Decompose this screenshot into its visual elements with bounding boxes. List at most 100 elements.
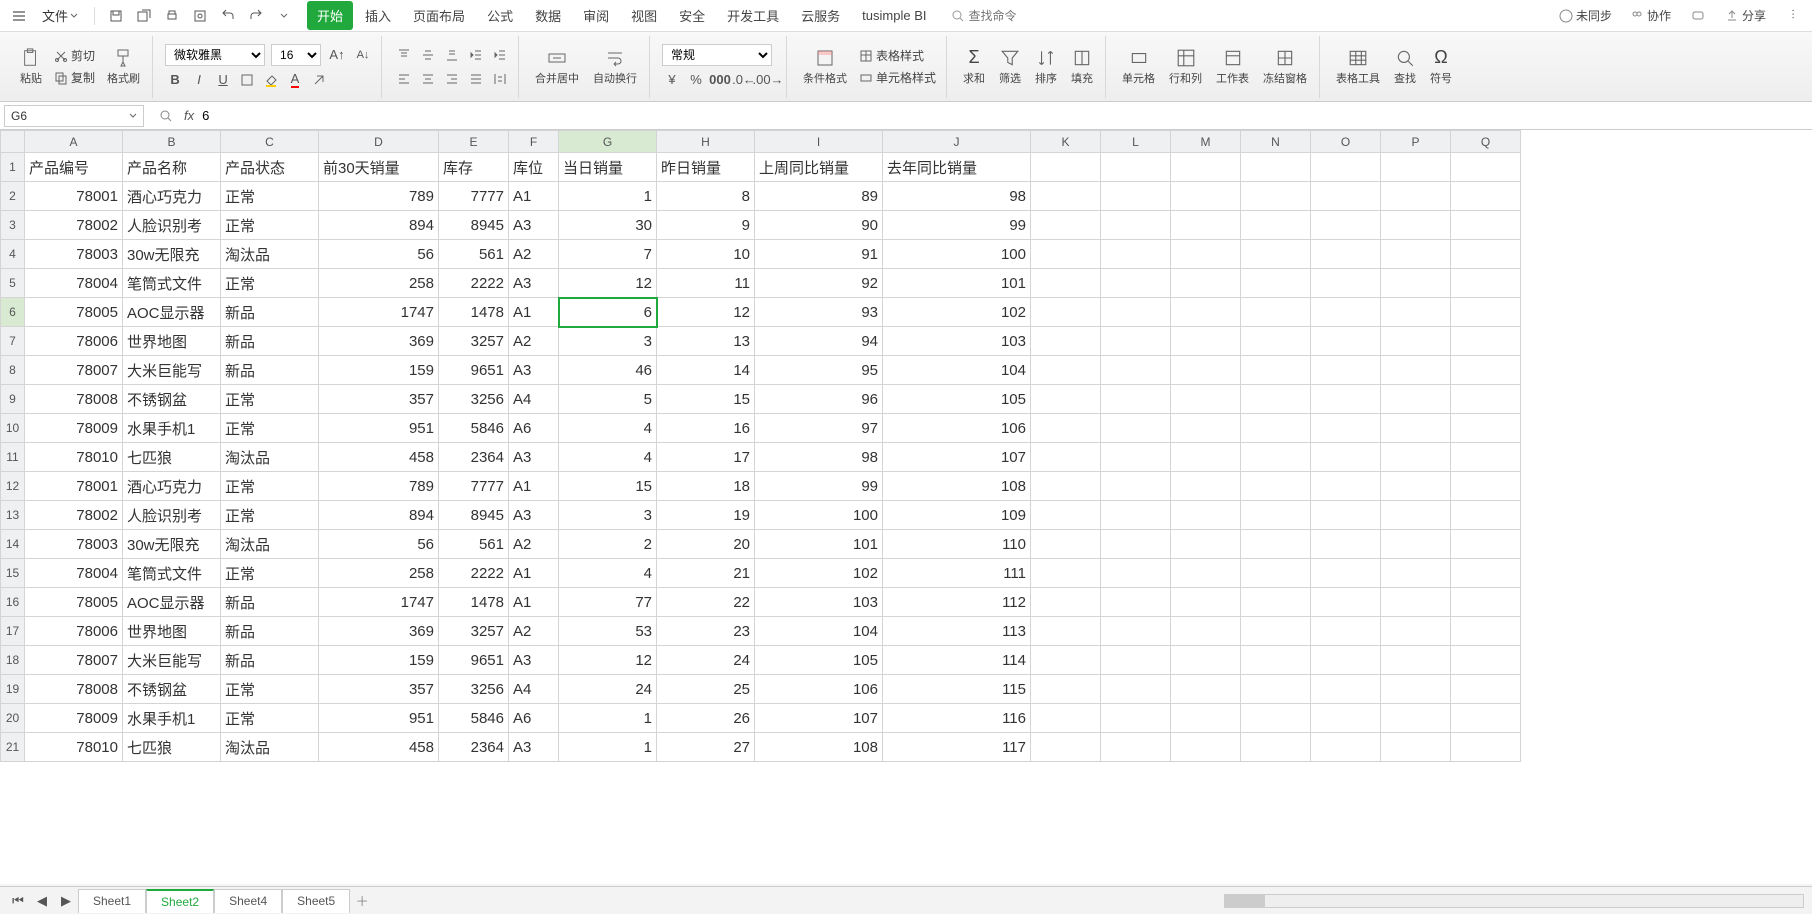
cell-C13[interactable]: 正常: [221, 501, 319, 530]
indent-dec-icon[interactable]: [466, 45, 486, 65]
cell-M8[interactable]: [1171, 356, 1241, 385]
cell-B7[interactable]: 世界地图: [123, 327, 221, 356]
cell-Q6[interactable]: [1451, 298, 1521, 327]
row-header-20[interactable]: 20: [1, 704, 25, 733]
cell-H19[interactable]: 25: [657, 675, 755, 704]
cell-F15[interactable]: A1: [509, 559, 559, 588]
cell-K20[interactable]: [1031, 704, 1101, 733]
cell-A16[interactable]: 78005: [25, 588, 123, 617]
cell-D12[interactable]: 789: [319, 472, 439, 501]
menu-tab-0[interactable]: 开始: [307, 1, 353, 30]
cell-K7[interactable]: [1031, 327, 1101, 356]
cell-O16[interactable]: [1311, 588, 1381, 617]
cell-O9[interactable]: [1311, 385, 1381, 414]
indent-inc-icon[interactable]: [490, 45, 510, 65]
menu-tab-4[interactable]: 数据: [525, 1, 571, 30]
cell-J1[interactable]: 去年同比销量: [883, 153, 1031, 182]
cell-B15[interactable]: 笔筒式文件: [123, 559, 221, 588]
align-middle-icon[interactable]: [418, 45, 438, 65]
cell-H6[interactable]: 12: [657, 298, 755, 327]
save-icon[interactable]: [105, 5, 127, 27]
cell-G9[interactable]: 5: [559, 385, 657, 414]
cell-N18[interactable]: [1241, 646, 1311, 675]
percent-icon[interactable]: %: [686, 70, 706, 90]
cell-B13[interactable]: 人脸识别考: [123, 501, 221, 530]
cell-F3[interactable]: A3: [509, 211, 559, 240]
cell-I15[interactable]: 102: [755, 559, 883, 588]
menu-tab-3[interactable]: 公式: [477, 1, 523, 30]
cell-L12[interactable]: [1101, 472, 1171, 501]
col-header-A[interactable]: A: [25, 131, 123, 153]
cell-A11[interactable]: 78010: [25, 443, 123, 472]
cell-C6[interactable]: 新品: [221, 298, 319, 327]
cell-F13[interactable]: A3: [509, 501, 559, 530]
save-as-icon[interactable]: [133, 5, 155, 27]
cell-Q8[interactable]: [1451, 356, 1521, 385]
row-header-11[interactable]: 11: [1, 443, 25, 472]
share-button[interactable]: 分享: [1723, 6, 1768, 25]
cell-E19[interactable]: 3256: [439, 675, 509, 704]
cell-F11[interactable]: A3: [509, 443, 559, 472]
row-header-9[interactable]: 9: [1, 385, 25, 414]
cell-B12[interactable]: 酒心巧克力: [123, 472, 221, 501]
cell-Q3[interactable]: [1451, 211, 1521, 240]
cell-K3[interactable]: [1031, 211, 1101, 240]
col-header-P[interactable]: P: [1381, 131, 1451, 153]
paste-button[interactable]: 粘贴: [16, 46, 46, 88]
cell-D14[interactable]: 56: [319, 530, 439, 559]
cell-H15[interactable]: 21: [657, 559, 755, 588]
cell-B2[interactable]: 酒心巧克力: [123, 182, 221, 211]
cell-P12[interactable]: [1381, 472, 1451, 501]
cell-F8[interactable]: A3: [509, 356, 559, 385]
cell-H14[interactable]: 20: [657, 530, 755, 559]
cell-A12[interactable]: 78001: [25, 472, 123, 501]
cell-F7[interactable]: A2: [509, 327, 559, 356]
cell-J12[interactable]: 108: [883, 472, 1031, 501]
cell-I4[interactable]: 91: [755, 240, 883, 269]
cell-H17[interactable]: 23: [657, 617, 755, 646]
cell-N20[interactable]: [1241, 704, 1311, 733]
cell-E15[interactable]: 2222: [439, 559, 509, 588]
cut-button[interactable]: 剪切: [52, 46, 97, 65]
cell-O21[interactable]: [1311, 733, 1381, 762]
cell-N10[interactable]: [1241, 414, 1311, 443]
cell-D11[interactable]: 458: [319, 443, 439, 472]
cell-M20[interactable]: [1171, 704, 1241, 733]
cell-O17[interactable]: [1311, 617, 1381, 646]
row-header-6[interactable]: 6: [1, 298, 25, 327]
cell-C21[interactable]: 淘汰品: [221, 733, 319, 762]
cell-G5[interactable]: 12: [559, 269, 657, 298]
cell-O15[interactable]: [1311, 559, 1381, 588]
cell-A2[interactable]: 78001: [25, 182, 123, 211]
font-size-select[interactable]: 16: [271, 44, 321, 66]
cell-D13[interactable]: 894: [319, 501, 439, 530]
col-header-I[interactable]: I: [755, 131, 883, 153]
cell-C3[interactable]: 正常: [221, 211, 319, 240]
cell-E5[interactable]: 2222: [439, 269, 509, 298]
cell-D16[interactable]: 1747: [319, 588, 439, 617]
cell-B16[interactable]: AOC显示器: [123, 588, 221, 617]
cell-N12[interactable]: [1241, 472, 1311, 501]
cell-D10[interactable]: 951: [319, 414, 439, 443]
align-center-icon[interactable]: [418, 69, 438, 89]
cell-Q18[interactable]: [1451, 646, 1521, 675]
cell-G1[interactable]: 当日销量: [559, 153, 657, 182]
cell-H3[interactable]: 9: [657, 211, 755, 240]
cell-P3[interactable]: [1381, 211, 1451, 240]
cell-K1[interactable]: [1031, 153, 1101, 182]
cell-M9[interactable]: [1171, 385, 1241, 414]
cell-O2[interactable]: [1311, 182, 1381, 211]
col-header-B[interactable]: B: [123, 131, 221, 153]
add-sheet-button[interactable]: ＋: [352, 891, 372, 910]
cell-F18[interactable]: A3: [509, 646, 559, 675]
cell-N15[interactable]: [1241, 559, 1311, 588]
fill-color-icon[interactable]: [261, 70, 281, 90]
cell-N2[interactable]: [1241, 182, 1311, 211]
cell-N19[interactable]: [1241, 675, 1311, 704]
cell-I20[interactable]: 107: [755, 704, 883, 733]
cell-B3[interactable]: 人脸识别考: [123, 211, 221, 240]
cell-G20[interactable]: 1: [559, 704, 657, 733]
cell-L3[interactable]: [1101, 211, 1171, 240]
cell-O6[interactable]: [1311, 298, 1381, 327]
sum-button[interactable]: Σ求和: [959, 45, 989, 88]
